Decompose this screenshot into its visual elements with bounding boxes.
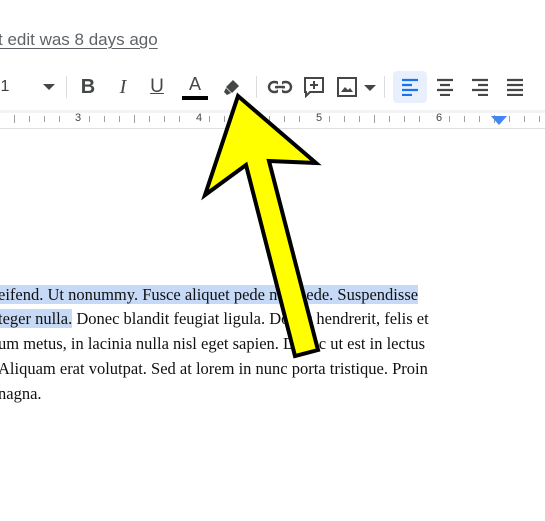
callout-arrow-icon (201, 92, 322, 359)
